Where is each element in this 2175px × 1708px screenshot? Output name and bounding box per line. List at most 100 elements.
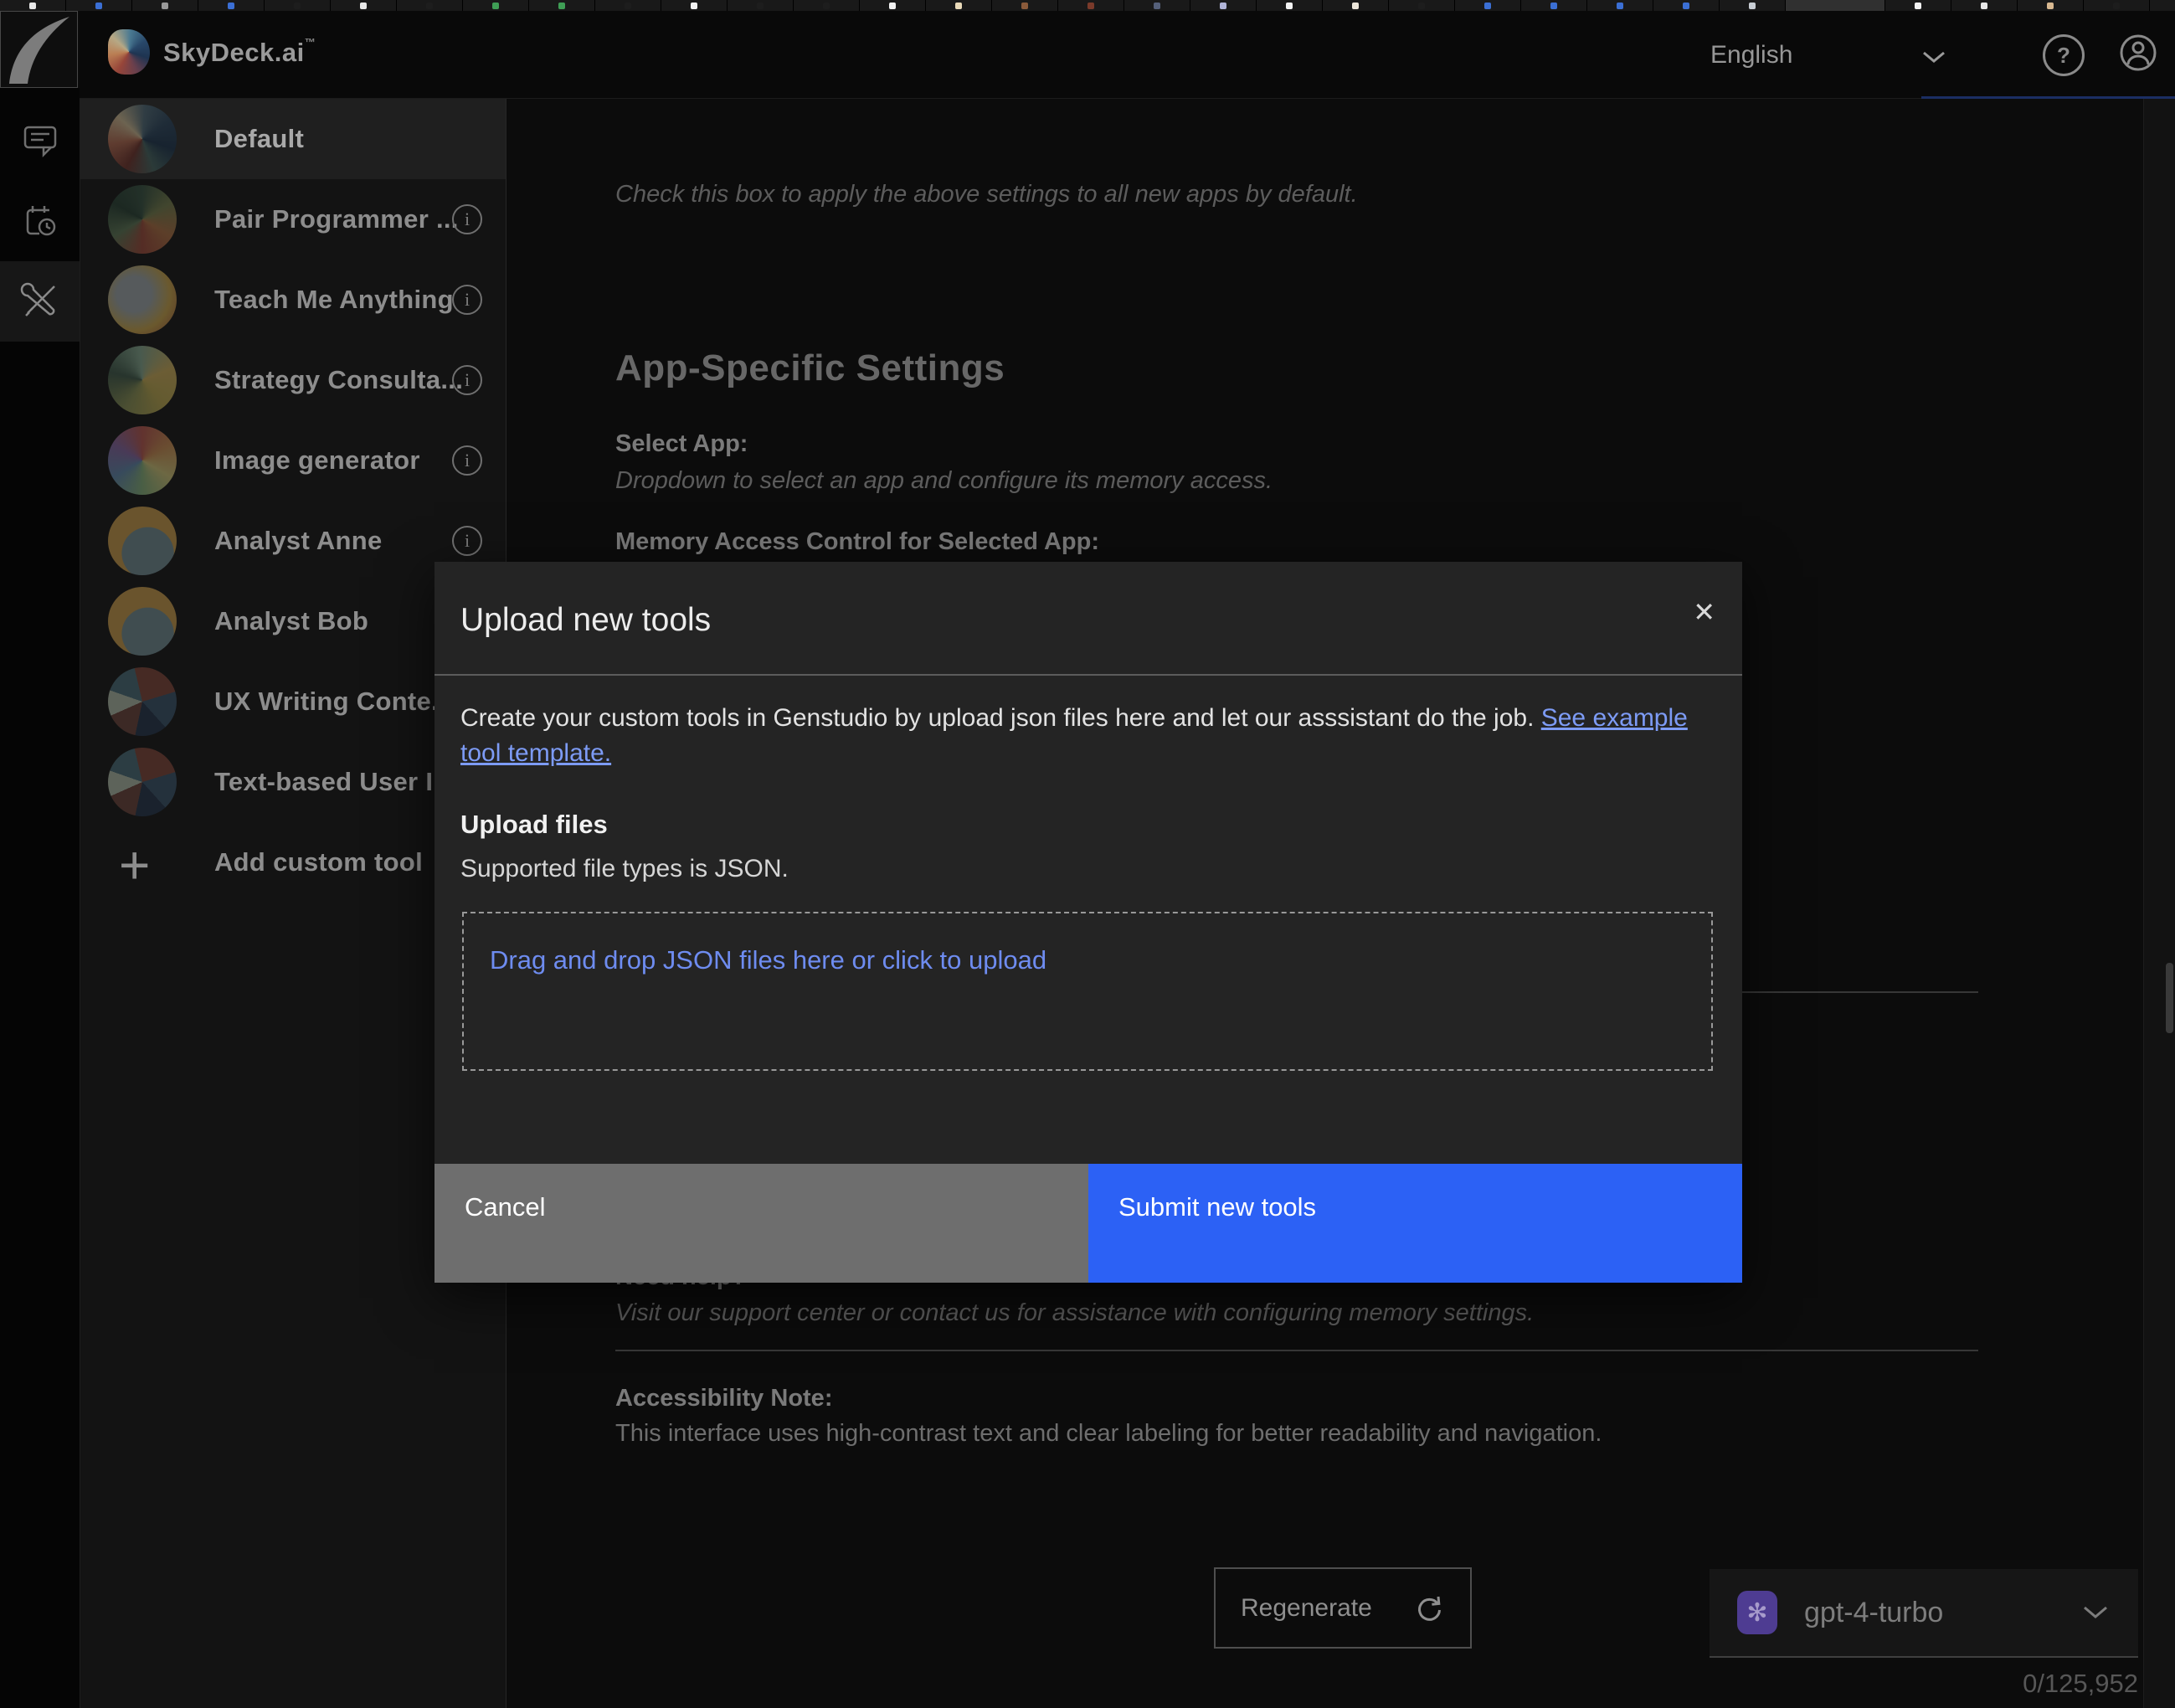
info-icon[interactable]: i — [452, 365, 482, 395]
tab-favicon — [691, 3, 697, 9]
cancel-button[interactable]: Cancel — [434, 1164, 1088, 1283]
browser-tab[interactable] — [1124, 0, 1190, 11]
sidebar-item-teach-me-anything[interactable]: Teach Me Anything i — [80, 260, 506, 340]
nav-chat[interactable] — [0, 100, 80, 181]
default-apps-note: Check this box to apply the above settin… — [615, 181, 1358, 208]
tab-favicon — [228, 3, 234, 9]
tab-favicon — [95, 3, 102, 9]
browser-tab[interactable] — [1786, 0, 1885, 11]
token-counter: 0/125,952 — [1933, 1669, 2138, 1699]
tab-favicon — [1617, 3, 1623, 9]
browser-tab[interactable] — [66, 0, 132, 11]
info-icon[interactable]: i — [452, 204, 482, 234]
browser-tab[interactable] — [926, 0, 992, 11]
modal-footer: Cancel Submit new tools — [434, 1164, 1742, 1283]
calendar-clock-icon — [21, 202, 59, 240]
browser-tab[interactable] — [1587, 0, 1653, 11]
browser-tab[interactable] — [2150, 0, 2175, 11]
browser-tab[interactable] — [1653, 0, 1720, 11]
nav-tools[interactable] — [0, 261, 80, 342]
sidebar-item-image-generator[interactable]: Image generator i — [80, 420, 506, 501]
tab-favicon — [1683, 3, 1689, 9]
browser-tab[interactable] — [0, 0, 66, 11]
sidebar-item-label: UX Writing Conte... — [214, 661, 454, 742]
tab-favicon — [625, 3, 631, 9]
browser-tab[interactable] — [2084, 0, 2150, 11]
browser-tab[interactable] — [132, 0, 198, 11]
sidebar-item-pair-programmer[interactable]: Pair Programmer ... i — [80, 179, 506, 260]
browser-tab[interactable] — [529, 0, 595, 11]
sidebar-item-label: Pair Programmer ... — [214, 179, 459, 260]
info-icon[interactable]: i — [452, 285, 482, 315]
tool-avatar — [108, 426, 177, 495]
tab-favicon — [955, 3, 962, 9]
tool-avatar — [108, 748, 177, 816]
browser-tab[interactable] — [860, 0, 926, 11]
workspace-logo[interactable] — [0, 11, 78, 88]
nav-history[interactable] — [0, 181, 80, 261]
browser-tab[interactable] — [661, 0, 728, 11]
tab-favicon — [823, 3, 830, 9]
tab-favicon — [1981, 3, 1987, 9]
browser-tab[interactable] — [1720, 0, 1786, 11]
need-help-text: Visit our support center or contact us f… — [615, 1299, 1534, 1327]
tab-favicon — [1154, 3, 1160, 9]
tab-favicon — [2047, 3, 2054, 9]
account-icon[interactable] — [2118, 33, 2158, 73]
browser-tab[interactable] — [2018, 0, 2084, 11]
crescent-logo-icon — [1, 12, 77, 87]
browser-tab[interactable] — [992, 0, 1058, 11]
submit-new-tools-button[interactable]: Submit new tools — [1088, 1164, 1742, 1283]
sidebar-item-strategy-consultant[interactable]: Strategy Consulta... i — [80, 340, 506, 420]
scrollbar-track[interactable] — [2143, 99, 2175, 1708]
sidebar-item-default[interactable]: Default — [80, 99, 506, 179]
dropzone-text: Drag and drop JSON files here or click t… — [490, 945, 1046, 975]
info-icon[interactable]: i — [452, 445, 482, 476]
chevron-down-icon[interactable] — [1921, 49, 1946, 64]
tab-favicon — [1749, 3, 1756, 9]
browser-tab[interactable] — [265, 0, 331, 11]
tab-favicon — [1286, 3, 1293, 9]
brand-title: SkyDeck.ai™ — [163, 36, 316, 68]
scrollbar-thumb[interactable] — [2166, 963, 2173, 1033]
app-screen: SkyDeck.ai™ English ? GenStudio/Tools/De… — [0, 0, 2175, 1708]
browser-tab[interactable] — [463, 0, 529, 11]
openai-icon: ✻ — [1737, 1591, 1777, 1634]
browser-tab[interactable] — [1455, 0, 1521, 11]
model-name: gpt-4-turbo — [1804, 1597, 1943, 1629]
info-icon[interactable]: i — [452, 526, 482, 556]
model-selector[interactable]: ✻ gpt-4-turbo — [1710, 1569, 2138, 1658]
browser-tab[interactable] — [1951, 0, 2018, 11]
browser-tab[interactable] — [1389, 0, 1455, 11]
skydeck-logo-icon — [108, 29, 150, 75]
browser-tab[interactable] — [1521, 0, 1587, 11]
regenerate-button[interactable]: Regenerate — [1214, 1567, 1472, 1649]
tab-favicon — [1088, 3, 1094, 9]
help-icon[interactable]: ? — [2043, 34, 2085, 76]
browser-tab[interactable] — [1323, 0, 1389, 11]
browser-tab-strip[interactable] — [0, 0, 2175, 11]
browser-tab[interactable] — [1058, 0, 1124, 11]
tab-favicon — [294, 3, 301, 9]
browser-tab[interactable] — [728, 0, 794, 11]
browser-tab[interactable] — [198, 0, 265, 11]
browser-tab[interactable] — [1257, 0, 1323, 11]
browser-tab[interactable] — [1885, 0, 1951, 11]
language-selector[interactable]: English — [1710, 41, 1792, 69]
top-header: SkyDeck.ai™ English ? — [80, 11, 2175, 99]
regenerate-label: Regenerate — [1241, 1594, 1372, 1623]
upload-hint: Supported file types is JSON. — [460, 855, 789, 883]
tool-avatar — [108, 265, 177, 334]
browser-tab[interactable] — [794, 0, 860, 11]
content-divider — [615, 1350, 1978, 1351]
left-icon-rail — [0, 88, 80, 1708]
browser-tab[interactable] — [595, 0, 661, 11]
browser-tab[interactable] — [1190, 0, 1257, 11]
file-dropzone[interactable]: Drag and drop JSON files here or click t… — [462, 912, 1713, 1071]
sidebar-item-label: Default — [214, 99, 304, 179]
select-app-description: Dropdown to select an app and configure … — [615, 467, 1273, 495]
browser-tab[interactable] — [397, 0, 463, 11]
close-icon[interactable]: ✕ — [1693, 599, 1715, 625]
sidebar-item-label: Image generator — [214, 420, 420, 501]
browser-tab[interactable] — [331, 0, 397, 11]
